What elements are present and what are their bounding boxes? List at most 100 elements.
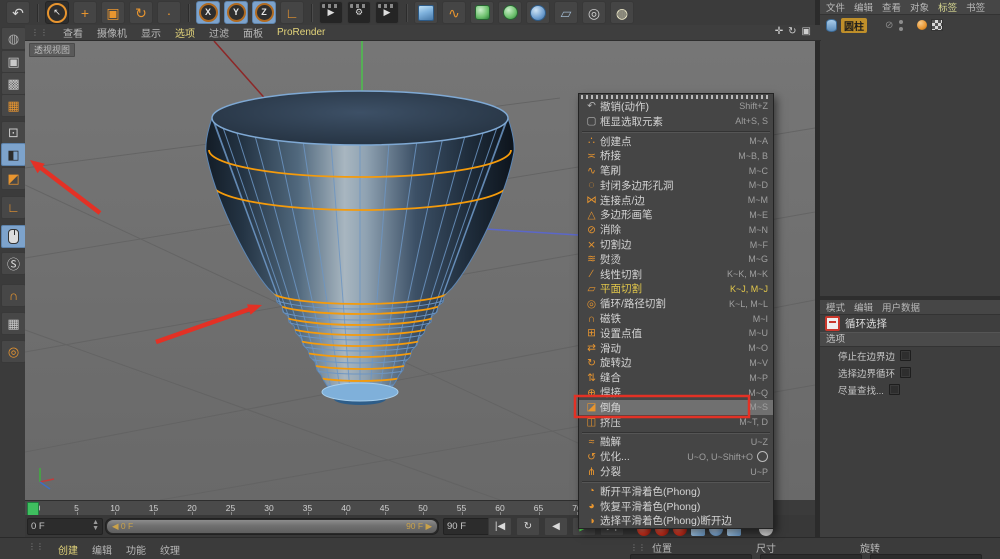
options-section-header[interactable]: 选项 <box>820 332 1000 347</box>
menu-item-optimize[interactable]: ↺优化...U~O, U~Shift+O <box>579 449 773 464</box>
rotate-icon[interactable]: ↻ <box>129 1 153 24</box>
object-manager-menu-item[interactable]: 文件 <box>826 0 845 14</box>
object-manager-menu-item[interactable]: 书签 <box>966 0 985 14</box>
checkbox[interactable] <box>900 367 911 378</box>
object-row[interactable]: 圆柱 ⊘ <box>820 17 1000 33</box>
viewport-menu-item-1[interactable]: 摄像机 <box>97 25 127 40</box>
menu-item-melt[interactable]: ≈融解U~Z <box>579 435 773 450</box>
x-axis-lock-icon[interactable]: X <box>196 1 220 24</box>
lock-workplane-button[interactable]: ▦ <box>1 312 26 335</box>
viewport-solo-button[interactable] <box>1 225 26 248</box>
object-manager-menu-item[interactable]: 查看 <box>882 0 901 14</box>
menu-item-split[interactable]: ⋔分裂U~P <box>579 464 773 479</box>
preview-range-slider[interactable]: ◀ 0 F 90 F ▶ <box>105 518 439 535</box>
coordinate-system-icon[interactable]: ∟ <box>280 1 304 24</box>
planar-workplane-button[interactable]: ◎ <box>1 340 26 363</box>
menu-item-set-point-value[interactable]: ⊞设置点值M~U <box>579 326 773 341</box>
object-name[interactable]: 圆柱 <box>841 18 867 33</box>
snap-button[interactable]: Ⓢ <box>1 252 26 275</box>
menu-item-undo[interactable]: ↶撤销(动作)Shift+Z <box>579 99 773 114</box>
plugin-logo-icon[interactable]: ◍ <box>1 27 26 50</box>
pan-view-icon[interactable]: ✛ <box>775 26 783 37</box>
model-mode-button[interactable]: ▣ <box>1 50 26 73</box>
viewport-menu-item-3[interactable]: 选项 <box>175 25 195 40</box>
panel-grip-icon[interactable]: ⋮⋮ <box>31 28 49 37</box>
edges-mode-button[interactable]: ◧ <box>1 143 26 166</box>
primitive-cube-icon[interactable] <box>414 1 438 24</box>
workplane-mode-button[interactable]: ▦ <box>1 94 26 117</box>
enable-axis-button[interactable]: ∟ <box>1 196 26 219</box>
view-label[interactable]: 透视视图 <box>29 43 75 57</box>
checkbox[interactable] <box>900 350 911 361</box>
menu-item-loop-cut[interactable]: ◎循环/路径切割K~L, M~L <box>579 296 773 311</box>
polygon-selection-tag-icon[interactable] <box>931 19 943 31</box>
subdivision-surface-icon[interactable] <box>470 1 494 24</box>
material-menu-item[interactable]: 创建 <box>58 542 78 557</box>
texture-mode-button[interactable]: ▩ <box>1 72 26 95</box>
timeline-playhead[interactable] <box>27 502 39 516</box>
menu-item-bevel[interactable]: ◪倒角M~S <box>579 400 773 415</box>
rotation-fields[interactable] <box>870 554 982 559</box>
checkbox[interactable] <box>889 384 900 395</box>
viewport-menu-item-2[interactable]: 显示 <box>141 25 161 40</box>
y-axis-lock-icon[interactable]: Y <box>224 1 248 24</box>
camera-icon[interactable]: ◎ <box>582 1 606 24</box>
menu-item-weld[interactable]: ⊕焊接M~Q <box>579 385 773 400</box>
attribute-manager-menu-item[interactable]: 模式 <box>826 300 845 314</box>
menu-item-rotate-edge[interactable]: ↻旋转边M~V <box>579 356 773 371</box>
object-manager-menu-item[interactable]: 对象 <box>910 0 929 14</box>
menu-item-plane-cut[interactable]: ▱平面切割K~J, M~J <box>579 282 773 297</box>
polygons-mode-button[interactable]: ◩ <box>1 167 26 190</box>
render-queue-icon[interactable]: ▶ <box>375 1 399 24</box>
light-icon[interactable]: ◍ <box>610 1 634 24</box>
menu-item-slide[interactable]: ⇄滑动M~O <box>579 341 773 356</box>
model-bottom-cap[interactable] <box>322 383 398 401</box>
frame-stepper-icon[interactable]: ▲▼ <box>88 520 99 532</box>
z-axis-lock-icon[interactable]: Z <box>252 1 276 24</box>
panel-grip-icon[interactable]: ⋮⋮ <box>28 542 44 557</box>
material-menu-item[interactable]: 功能 <box>126 542 146 557</box>
menu-item-stitch[interactable]: ⇅缝合M~P <box>579 370 773 385</box>
menu-item-extrude[interactable]: ◫挤压M~T, D <box>579 415 773 430</box>
menu-item-polygon-pen[interactable]: △多边形画笔M~E <box>579 208 773 223</box>
panel-grip-icon[interactable]: ⋮⋮ <box>630 543 646 552</box>
previous-frame-button[interactable]: ◀ <box>544 517 568 536</box>
size-fields[interactable] <box>760 554 862 559</box>
menu-item-iron[interactable]: ≋熨烫M~G <box>579 252 773 267</box>
menu-item-bridge[interactable]: ≍桥接M~B, B <box>579 148 773 163</box>
spline-pen-icon[interactable]: ∿ <box>442 1 466 24</box>
menu-item-magnet[interactable]: ∩磁铁M~I <box>579 311 773 326</box>
phong-tag-icon[interactable] <box>917 20 927 30</box>
position-fields[interactable] <box>630 554 752 559</box>
viewport-menu-prorender[interactable]: ProRender <box>277 27 325 38</box>
attribute-manager-menu-item[interactable]: 编辑 <box>854 300 873 314</box>
menu-item-close-hole[interactable]: ◌封闭多边形孔洞M~D <box>579 178 773 193</box>
options-dialog-icon[interactable] <box>757 451 768 462</box>
live-selection-icon[interactable]: ↖ <box>45 1 69 24</box>
menu-item-connect-points[interactable]: ⋈连接点/边M~M <box>579 193 773 208</box>
menu-item-cut-edge[interactable]: ⨯切割边M~F <box>579 237 773 252</box>
menu-item-phong-restore[interactable]: ◕恢复平滑着色(Phong) <box>579 499 773 514</box>
magnet-button[interactable]: ∩ <box>1 284 26 307</box>
model-top-cap[interactable] <box>212 91 508 145</box>
attribute-manager-menu-item[interactable]: 用户数据 <box>882 300 920 314</box>
render-view-icon[interactable]: ▶ <box>319 1 343 24</box>
viewport-menu-item-5[interactable]: 面板 <box>243 25 263 40</box>
loop-playback-button[interactable]: ↻ <box>516 517 540 536</box>
points-mode-button[interactable]: ⊡ <box>1 121 26 144</box>
environment-icon[interactable] <box>526 1 550 24</box>
viewport-menu-item-4[interactable]: 过滤 <box>209 25 229 40</box>
menu-item-marquee-select[interactable]: ▢框显选取元素Alt+S, S <box>579 114 773 129</box>
current-frame-field[interactable]: 0 F ▲▼ <box>27 518 103 535</box>
visibility-dots-icon[interactable] <box>899 20 903 31</box>
last-tool-icon[interactable]: · <box>157 1 181 24</box>
go-to-start-button[interactable]: |◀ <box>488 517 512 536</box>
undo-icon[interactable]: ↶ <box>6 1 30 24</box>
render-settings-icon[interactable]: ⚙ <box>347 1 371 24</box>
rotate-view-icon[interactable]: ↻ <box>788 26 796 37</box>
menu-item-dissolve[interactable]: ⊘消除M~N <box>579 222 773 237</box>
material-menu-item[interactable]: 编辑 <box>92 542 112 557</box>
scale-icon[interactable]: ▣ <box>101 1 125 24</box>
menu-item-phong-select[interactable]: ◑选择平滑着色(Phong)断开边 <box>579 514 773 529</box>
move-icon[interactable]: + <box>73 1 97 24</box>
